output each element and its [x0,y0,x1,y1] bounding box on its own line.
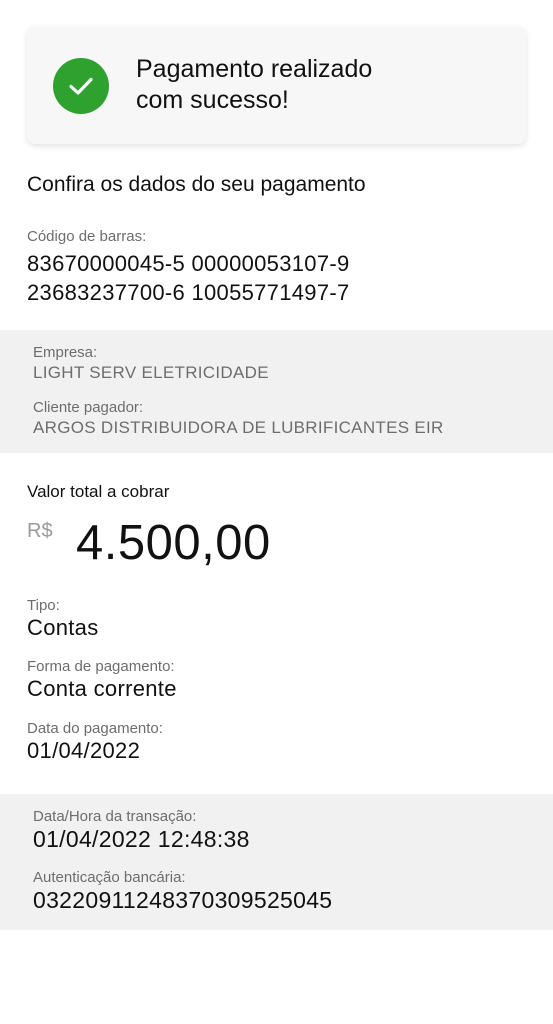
transaction-datetime-field: Data/Hora da transação: 01/04/2022 12:48… [33,808,250,853]
payment-method-label: Forma de pagamento: [27,658,175,675]
check-icon [53,58,109,114]
total-label: Valor total a cobrar [27,482,170,501]
barcode-label: Código de barras: [27,228,147,245]
success-message-line1: Pagamento realizado [136,55,373,83]
total-amount: 4.500,00 [76,516,271,570]
payment-date-label: Data do pagamento: [27,720,163,737]
barcode-line2: 23683237700-6 10055771497-7 [27,280,350,305]
barcode-line1: 83670000045-5 00000053107-9 [27,251,350,276]
section-title: Confira os dados do seu pagamento [27,173,366,196]
payment-receipt-screen: Pagamento realizado com sucesso! Confira… [0,0,553,1024]
payer-value: ARGOS DISTRIBUIDORA DE LUBRIFICANTES EIR [33,418,444,437]
transaction-info-panel: Data/Hora da transação: 01/04/2022 12:48… [0,794,553,930]
authentication-value[interactable]: 032209112483703095250​45 [33,887,332,914]
transaction-datetime-label: Data/Hora da transação: [33,808,197,825]
company-label: Empresa: [33,344,98,361]
barcode-field: Código de barras: 83670000045-5 00000053… [27,228,527,307]
success-banner: Pagamento realizado com sucesso! [27,27,526,144]
payer-field: Cliente pagador: ARGOS DISTRIBUIDORA DE … [33,399,444,438]
authentication-label: Autenticação bancária: [33,869,186,886]
payment-method-value: Conta corrente [27,676,177,701]
transaction-datetime-value: 01/04/2022 12:48:38 [33,826,250,852]
success-message: Pagamento realizado com sucesso! [136,54,456,116]
payment-method-field: Forma de pagamento: Conta corrente [27,658,177,702]
company-value: LIGHT SERV ELETRICIDADE [33,363,269,382]
currency-symbol: R$ [27,520,53,542]
type-label: Tipo: [27,597,60,614]
payment-date-field: Data do pagamento: 01/04/2022 [27,720,163,764]
payment-date-value: 01/04/2022 [27,738,141,763]
success-message-line2: com sucesso! [136,86,289,114]
authentication-field: Autenticação bancária: 03220911248370309… [33,869,332,914]
barcode-value[interactable]: 83670000045-5 00000053107-9 23683237700-… [27,249,527,307]
payer-label: Cliente pagador: [33,399,144,416]
company-info-panel: Empresa: LIGHT SERV ELETRICIDADE Cliente… [0,330,553,453]
type-field: Tipo: Contas [27,597,99,641]
type-value: Contas [27,615,99,640]
company-field: Empresa: LIGHT SERV ELETRICIDADE [33,344,269,383]
